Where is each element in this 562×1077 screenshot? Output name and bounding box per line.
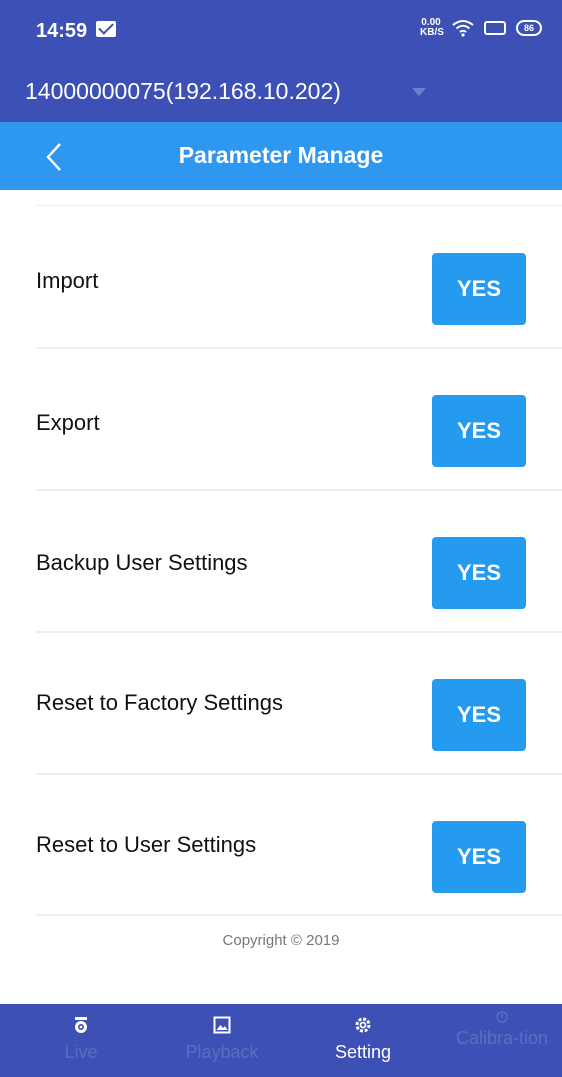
export-yes-button[interactable]: YES: [432, 395, 526, 467]
title-bar: Parameter Manage: [0, 122, 562, 190]
backup-user-settings-yes-button[interactable]: YES: [432, 537, 526, 609]
divider: [36, 914, 562, 916]
wifi-icon: [452, 19, 474, 37]
row-label: Import: [36, 268, 99, 293]
mail-notification-icon: [96, 21, 116, 37]
setting-row-backup-user-settings: Backup User Settings YES: [0, 490, 562, 633]
setting-row-export: Export YES: [0, 348, 562, 491]
row-label: Reset to Factory Settings: [36, 690, 283, 715]
tab-label: Calibra-tion: [455, 1028, 549, 1048]
tab-setting[interactable]: Setting: [313, 1004, 413, 1077]
status-time: 14:59: [36, 20, 88, 42]
tab-label: Setting: [334, 1042, 392, 1062]
tab-calibration[interactable]: Calibra-tion: [452, 1004, 552, 1077]
calibration-icon: [493, 1008, 511, 1026]
copyright-text: Copyright © 2019: [222, 932, 340, 949]
device-selector[interactable]: 14000000075(192.168.10.202): [0, 60, 562, 122]
tab-label: Playback: [185, 1042, 259, 1062]
reset-user-yes-button[interactable]: YES: [432, 821, 526, 893]
reset-factory-yes-button[interactable]: YES: [432, 679, 526, 751]
screen-icon: [484, 21, 506, 35]
row-label: Reset to User Settings: [36, 832, 257, 857]
import-yes-button[interactable]: YES: [432, 253, 526, 325]
image-icon: [213, 1016, 231, 1034]
gear-icon: [354, 1016, 372, 1034]
page-title: Parameter Manage: [178, 142, 384, 168]
system-tray: 0.00 KB/S 86: [420, 18, 542, 38]
setting-row-reset-user: Reset to User Settings YES: [0, 774, 562, 916]
battery-icon: 86: [516, 20, 542, 36]
status-bar: 14:59 0.00 KB/S 86: [0, 0, 562, 60]
tab-live[interactable]: Live: [31, 1004, 131, 1077]
camera-icon: [72, 1016, 90, 1034]
row-label: Export: [36, 410, 100, 435]
setting-row-reset-factory: Reset to Factory Settings YES: [0, 632, 562, 775]
dropdown-caret-icon[interactable]: [412, 88, 426, 96]
tab-label: Live: [64, 1042, 98, 1062]
bottom-tab-bar: Live Playback Setting Calibra-tion: [0, 1004, 562, 1077]
row-label: Backup User Settings: [36, 550, 248, 575]
setting-row-import: Import YES: [0, 206, 562, 349]
tab-playback[interactable]: Playback: [172, 1004, 272, 1077]
device-selector-value: 14000000075(192.168.10.202): [25, 78, 341, 104]
net-speed: 0.00 KB/S: [420, 17, 444, 38]
